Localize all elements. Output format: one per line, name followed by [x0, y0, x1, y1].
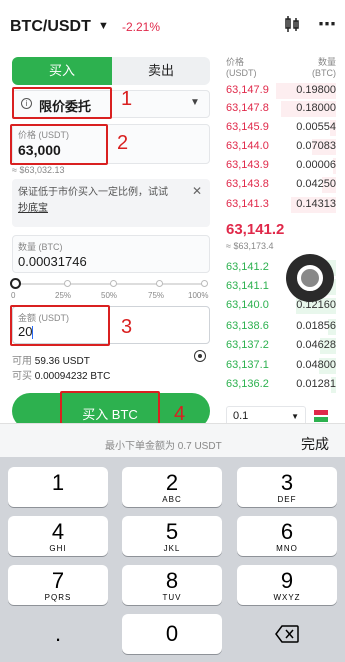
ask-row[interactable]: 63,145.9 0.00554: [226, 119, 336, 137]
info-icon: i: [21, 98, 32, 109]
candlestick-chart-icon[interactable]: [284, 16, 300, 37]
text-cursor: [32, 326, 34, 340]
depth-value: 0.1: [233, 410, 249, 422]
key-decimal[interactable]: .: [8, 614, 108, 654]
min-order-hint: 最小下单金额为 0.7 USDT: [105, 441, 222, 452]
assistive-touch-button[interactable]: [286, 254, 334, 302]
total-input[interactable]: 20: [18, 324, 34, 340]
transfer-icon[interactable]: [194, 350, 206, 362]
slider-tick: 0: [11, 291, 16, 300]
tab-buy[interactable]: 买入: [12, 57, 112, 85]
tab-sell[interactable]: 卖出: [112, 57, 210, 85]
slider-tick: 50%: [101, 291, 118, 300]
chevron-down-icon[interactable]: ▼: [98, 20, 109, 32]
price-approx: ≈ $63,032.13: [12, 165, 65, 175]
price-input[interactable]: 63,000: [18, 142, 61, 158]
key-7[interactable]: 7 PQRS: [8, 565, 108, 605]
orderbook-layout-icon[interactable]: [314, 410, 328, 422]
annotation-1: 1: [121, 88, 133, 110]
slider-tick: 100%: [188, 291, 209, 300]
more-icon[interactable]: ⋯: [318, 14, 336, 35]
ask-row[interactable]: 63,147.8 0.18000: [226, 100, 336, 118]
notice-link[interactable]: 抄底宝: [18, 203, 48, 214]
price-label: 价格 (USDT): [18, 130, 69, 140]
backspace-icon: [275, 625, 299, 643]
slider-stop[interactable]: [201, 280, 208, 287]
can-buy-row: 可买 0.00094232 BTC: [12, 367, 110, 382]
amount-input[interactable]: 0.00031746: [18, 254, 87, 269]
slider-tick: 25%: [55, 291, 72, 300]
notice-text: 保证低于市价买入一定比例，试试 抄底宝: [18, 185, 188, 217]
backspace-key[interactable]: [237, 614, 337, 654]
key-1[interactable]: 1: [8, 467, 108, 507]
ob-qty-header: 数量 (BTC): [312, 57, 336, 78]
key-2[interactable]: 2 ABC: [122, 467, 222, 507]
caret-down-icon: ▼: [291, 412, 299, 421]
annotation-2: 2: [117, 132, 129, 154]
ask-row[interactable]: 63,144.0 0.07083: [226, 138, 336, 156]
ob-price-header: 价格 (USDT): [226, 57, 257, 78]
order-type-label: 限价委托: [39, 99, 92, 114]
done-button[interactable]: 完成: [301, 434, 329, 454]
notice-body: 保证低于市价买入一定比例，试试: [18, 187, 168, 198]
can-buy-label: 可买: [12, 371, 32, 382]
price-change: -2.21%: [122, 20, 161, 34]
slider-handle[interactable]: [10, 278, 21, 289]
close-icon[interactable]: ✕: [192, 184, 202, 198]
ask-row[interactable]: 63,143.9 0.00006: [226, 157, 336, 175]
available-label: 可用: [12, 356, 32, 367]
slider-tick: 75%: [148, 291, 165, 300]
ask-row[interactable]: 63,143.8 0.04250: [226, 176, 336, 194]
ask-row[interactable]: 63,147.9 0.19800: [226, 82, 336, 100]
bid-row[interactable]: 63,138.6 0.01856: [226, 318, 336, 336]
total-value: 20: [18, 324, 33, 339]
key-8[interactable]: 8 TUV: [122, 565, 222, 605]
key-9[interactable]: 9 WXYZ: [237, 565, 337, 605]
amount-label: 数量 (BTC): [18, 242, 63, 252]
annotation-3: 3: [121, 316, 133, 338]
available-value: 59.36 USDT: [34, 356, 90, 367]
total-label: 金额 (USDT): [18, 313, 69, 323]
last-price-usd: ≈ $63,173.4: [226, 241, 274, 251]
key-6[interactable]: 6 MNO: [237, 516, 337, 556]
caret-down-icon[interactable]: ▼: [190, 97, 200, 108]
slider-stop[interactable]: [64, 280, 71, 287]
key-3[interactable]: 3 DEF: [237, 467, 337, 507]
slider-stop[interactable]: [110, 280, 117, 287]
bid-row[interactable]: 63,137.2 0.04628: [226, 337, 336, 355]
ask-row[interactable]: 63,141.3 0.14313: [226, 196, 336, 214]
bid-row[interactable]: 63,137.1 0.04800: [226, 357, 336, 375]
pair-title[interactable]: BTC/USDT: [10, 18, 91, 36]
slider-stop[interactable]: [156, 280, 163, 287]
available-row: 可用 59.36 USDT: [12, 352, 90, 367]
last-price: 63,141.2: [226, 221, 285, 238]
key-0[interactable]: 0: [122, 614, 222, 654]
bid-row[interactable]: 63,136.2 0.01281: [226, 376, 336, 394]
key-4[interactable]: 4 GHI: [8, 516, 108, 556]
can-buy-value: 0.00094232 BTC: [34, 371, 111, 382]
key-5[interactable]: 5 JKL: [122, 516, 222, 556]
